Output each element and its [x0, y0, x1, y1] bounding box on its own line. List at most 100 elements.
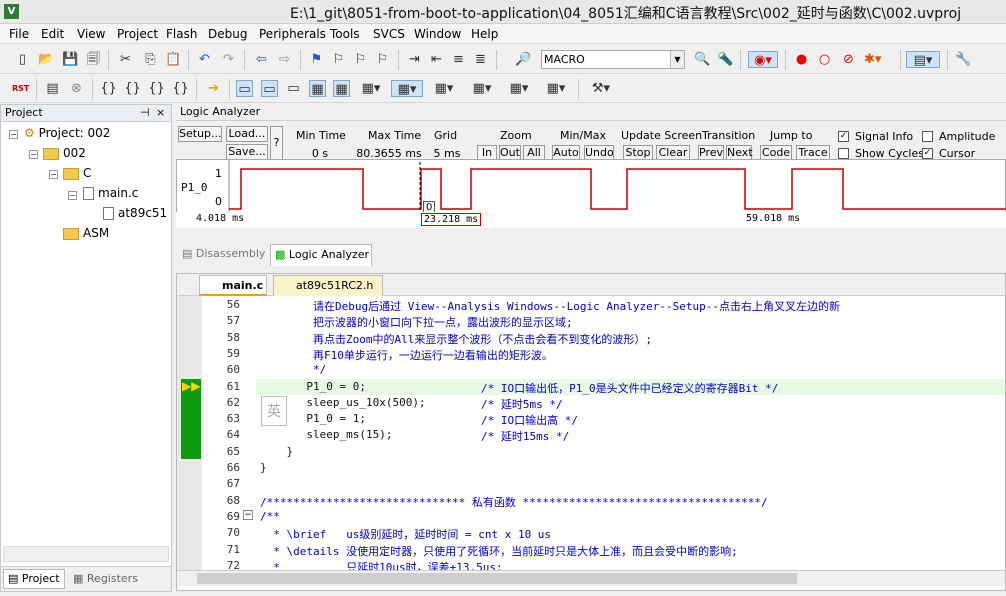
- bookmark-icon[interactable]: ⚑: [308, 51, 325, 68]
- code-line[interactable]: sleep_ms(15);: [260, 428, 392, 441]
- run-to-cursor-icon[interactable]: {}: [172, 80, 189, 97]
- waveform-area[interactable]: P1_0 1 0 0: [176, 159, 1006, 218]
- stop-icon[interactable]: ⊗: [68, 80, 85, 97]
- menu-help[interactable]: Help: [471, 27, 498, 41]
- disassembly-window-icon[interactable]: ▭: [261, 80, 278, 97]
- code-line[interactable]: }: [260, 445, 293, 458]
- tab-project[interactable]: ▤ Project: [3, 569, 65, 589]
- step-out-icon[interactable]: {}: [148, 80, 165, 97]
- next-bookmark-icon[interactable]: ⚐: [352, 51, 369, 68]
- disable-breakpoint-icon[interactable]: ○: [816, 51, 833, 68]
- code-line[interactable]: /****************************** 私有函数 ***…: [260, 494, 768, 510]
- signal-info-checkbox[interactable]: ✓: [838, 131, 849, 142]
- indent-icon[interactable]: ⇥: [406, 51, 423, 68]
- find-in-files-icon[interactable]: 🔎: [515, 51, 532, 68]
- show-cycles-checkbox[interactable]: [838, 148, 849, 159]
- tree-group-c[interactable]: C: [63, 166, 91, 180]
- nav-forward-icon[interactable]: ⇨: [276, 51, 293, 68]
- code-line[interactable]: 再F10单步运行，一边运行一边看输出的矩形波。: [260, 347, 553, 363]
- insert-breakpoint-icon[interactable]: ●: [793, 51, 810, 68]
- undo-icon[interactable]: ↶: [196, 51, 213, 68]
- step-over-icon[interactable]: {}: [124, 80, 141, 97]
- registers-window-icon[interactable]: ▦: [309, 80, 326, 97]
- menu-window[interactable]: Window: [414, 27, 461, 41]
- uncomment-icon[interactable]: ≣: [472, 51, 489, 68]
- code-line[interactable]: sleep_us_10x(500);: [260, 396, 425, 409]
- step-into-icon[interactable]: {}: [100, 80, 117, 97]
- menu-svcs[interactable]: SVCS: [373, 27, 405, 41]
- collapse-icon[interactable]: −: [29, 150, 38, 159]
- show-next-statement-icon[interactable]: ➔: [205, 80, 222, 97]
- clear-bookmarks-icon[interactable]: ⚐: [374, 51, 391, 68]
- macro-combobox[interactable]: MACRO ▼: [541, 50, 685, 69]
- prev-bookmark-icon[interactable]: ⚐: [330, 51, 347, 68]
- toolbox-icon[interactable]: ⚒▾: [586, 80, 616, 97]
- code-line[interactable]: * \details 没使用定时器，只使用了死循环，当前延时只是大体上准，而且会…: [260, 543, 737, 559]
- code-line[interactable]: 把示波器的小窗口向下拉一点，露出波形的显示区域;: [260, 314, 573, 330]
- paste-icon[interactable]: 📋: [165, 51, 182, 68]
- open-file-icon[interactable]: 📂: [38, 51, 55, 68]
- copy-icon[interactable]: ⎘: [142, 51, 159, 68]
- watch-window-icon[interactable]: ▦▾: [357, 80, 385, 97]
- code-line[interactable]: * \brief us级别延时，延时时间 = cnt x 10 us: [260, 526, 551, 542]
- command-window-icon[interactable]: ▭: [236, 80, 253, 97]
- memory-window-icon[interactable]: ▦▾: [391, 80, 423, 97]
- menu-project[interactable]: Project: [117, 27, 158, 41]
- run-icon[interactable]: ▤: [44, 80, 61, 97]
- comment-icon[interactable]: ≡: [450, 51, 467, 68]
- scrollbar-thumb[interactable]: [197, 573, 797, 584]
- menu-edit[interactable]: Edit: [41, 27, 64, 41]
- pin-icon[interactable]: ⊣: [140, 105, 150, 121]
- incremental-find-icon[interactable]: 🔦: [717, 51, 734, 68]
- cut-icon[interactable]: ✂: [117, 51, 134, 68]
- save-all-icon[interactable]: 🗐: [85, 51, 102, 68]
- system-viewer-icon[interactable]: ▦▾: [542, 80, 570, 97]
- code-line[interactable]: P1_0 = 1;: [260, 412, 366, 425]
- editor-horizontal-scrollbar[interactable]: [177, 570, 1005, 586]
- menu-tools[interactable]: Tools: [330, 27, 360, 41]
- chevron-down-icon[interactable]: ▼: [670, 51, 684, 68]
- kill-breakpoints-icon[interactable]: ✱▾: [864, 51, 881, 68]
- code-line[interactable]: 请在Debug后通过 View--Analysis Windows--Logic…: [260, 298, 840, 314]
- serial-window-icon[interactable]: ▦▾: [430, 80, 458, 97]
- save-button[interactable]: Save...: [226, 144, 268, 160]
- symbols-window-icon[interactable]: ▭: [285, 80, 302, 97]
- tree-project-root[interactable]: ⚙ Project: 002: [24, 126, 110, 140]
- collapse-icon[interactable]: −: [9, 130, 18, 139]
- collapse-icon[interactable]: −: [49, 170, 58, 179]
- menu-view[interactable]: View: [77, 27, 105, 41]
- code-line[interactable]: */: [260, 363, 326, 376]
- call-stack-window-icon[interactable]: ▦: [333, 80, 350, 97]
- tab-registers[interactable]: ▦ Registers: [69, 571, 141, 589]
- menu-flash[interactable]: Flash: [166, 27, 197, 41]
- setup-button[interactable]: Setup...: [178, 126, 222, 142]
- tree-target[interactable]: 002: [43, 146, 86, 160]
- collapse-icon[interactable]: −: [68, 191, 77, 200]
- debug-session-icon[interactable]: ◉▾: [748, 51, 778, 68]
- tab-main-c[interactable]: main.c: [199, 275, 267, 296]
- trace-window-icon[interactable]: ▦▾: [505, 80, 533, 97]
- window-layout-icon[interactable]: ▤▾: [906, 51, 940, 68]
- redo-icon[interactable]: ↷: [220, 51, 237, 68]
- cursor-checkbox[interactable]: ✓: [922, 148, 933, 159]
- tab-disassembly[interactable]: ▤ Disassembly: [176, 245, 268, 265]
- disable-all-breakpoints-icon[interactable]: ⊘: [840, 51, 857, 68]
- help-button[interactable]: ?: [270, 126, 283, 160]
- configure-icon[interactable]: 🔧: [955, 51, 972, 68]
- project-horizontal-scrollbar[interactable]: [3, 546, 169, 562]
- code-line[interactable]: /**: [260, 510, 280, 523]
- find-icon[interactable]: 🔍: [694, 51, 711, 68]
- tree-group-asm[interactable]: ASM: [63, 226, 109, 240]
- close-icon[interactable]: ×: [156, 105, 165, 121]
- tree-file-header[interactable]: at89c51: [103, 206, 167, 220]
- code-line[interactable]: 再点击Zoom中的All来显示整个波形（不点击会看不到变化的波形）;: [260, 331, 652, 347]
- code-line[interactable]: P1_0 = 0;: [260, 380, 366, 393]
- analysis-window-icon[interactable]: ▦▾: [468, 80, 496, 97]
- save-icon[interactable]: 💾: [62, 51, 79, 68]
- tab-at89c51rc2-h[interactable]: at89c51RC2.h: [273, 275, 383, 296]
- nav-back-icon[interactable]: ⇦: [253, 51, 270, 68]
- unindent-icon[interactable]: ⇤: [428, 51, 445, 68]
- menu-file[interactable]: File: [9, 27, 29, 41]
- tab-logic-analyzer[interactable]: ▩ Logic Analyzer: [270, 244, 372, 266]
- amplitude-checkbox[interactable]: [922, 131, 933, 142]
